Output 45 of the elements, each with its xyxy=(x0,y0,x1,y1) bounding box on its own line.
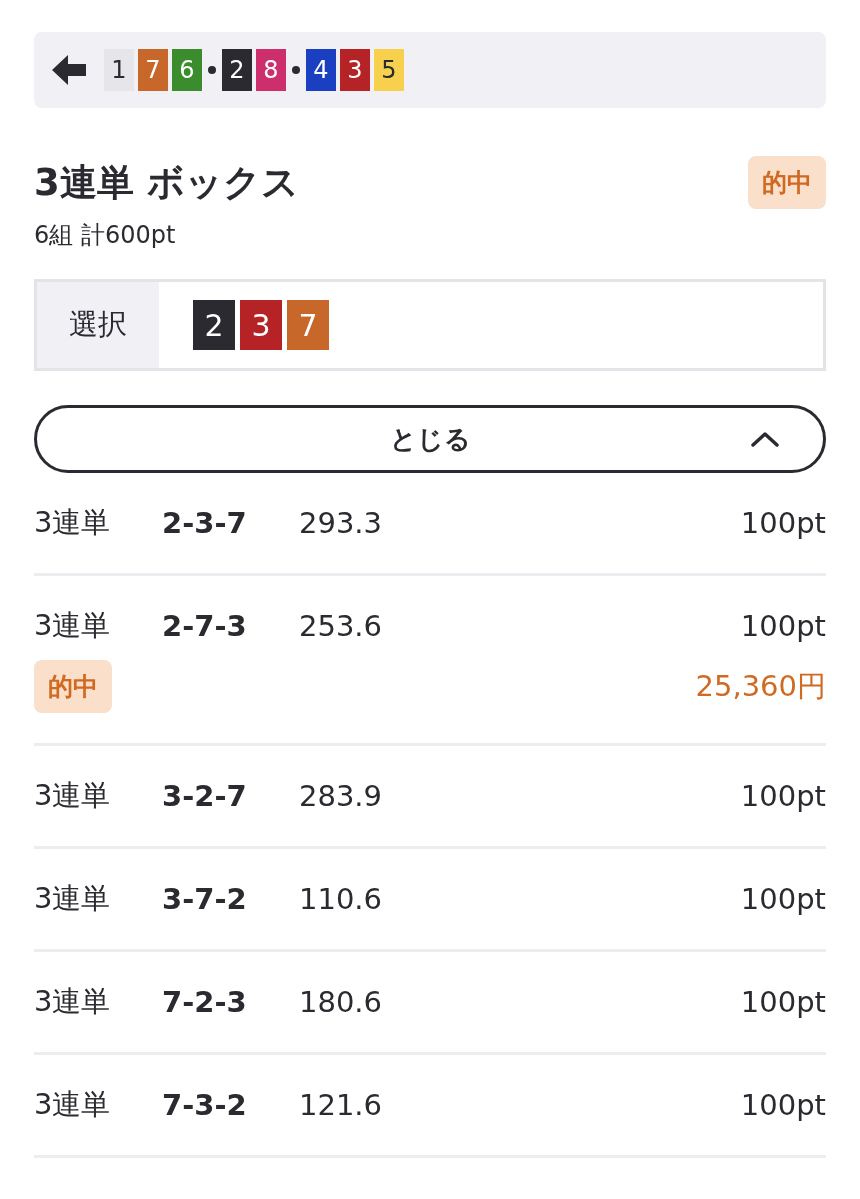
hit-badge: 的中 xyxy=(34,660,112,713)
stake: 100pt xyxy=(740,1088,826,1122)
stake: 100pt xyxy=(740,506,826,540)
stake: 100pt xyxy=(740,609,826,643)
odds: 180.6 xyxy=(299,985,384,1019)
combination: 7-2-3 xyxy=(162,985,248,1019)
bet-title: 3連単 ボックス xyxy=(34,159,299,206)
stake: 100pt xyxy=(740,779,826,813)
number-tile: 4 xyxy=(306,49,336,91)
close-button[interactable]: とじる xyxy=(34,405,826,473)
bet-type: 3連単 xyxy=(34,777,112,814)
separator-dot xyxy=(208,66,216,74)
number-tile: 7 xyxy=(138,49,168,91)
stake: 100pt xyxy=(740,985,826,1019)
combination: 7-3-2 xyxy=(162,1088,248,1122)
odds: 253.6 xyxy=(299,609,384,643)
selection-label: 選択 xyxy=(37,282,159,368)
separator-dot xyxy=(292,66,300,74)
combination: 3-7-2 xyxy=(162,882,248,916)
number-tile: 1 xyxy=(104,49,134,91)
number-tile: 6 xyxy=(172,49,202,91)
combination: 2-7-3 xyxy=(162,609,248,643)
number-tile: 2 xyxy=(193,300,235,350)
number-tile: 7 xyxy=(287,300,329,350)
number-tile: 3 xyxy=(240,300,282,350)
number-tile: 3 xyxy=(340,49,370,91)
number-tile: 5 xyxy=(374,49,404,91)
combination: 2-3-7 xyxy=(162,506,248,540)
combination: 3-2-7 xyxy=(162,779,248,813)
number-tile: 8 xyxy=(256,49,286,91)
bet-type: 3連単 xyxy=(34,880,112,917)
odds: 293.3 xyxy=(299,506,384,540)
bet-type: 3連単 xyxy=(34,504,112,541)
bet-summary: 6組 計600pt xyxy=(34,220,177,251)
stake: 100pt xyxy=(740,882,826,916)
bet-type: 3連単 xyxy=(34,983,112,1020)
number-tile: 2 xyxy=(222,49,252,91)
back-arrow-icon[interactable] xyxy=(52,55,86,85)
odds: 121.6 xyxy=(299,1088,384,1122)
hit-badge: 的中 xyxy=(748,156,826,209)
odds: 110.6 xyxy=(299,882,384,916)
odds: 283.9 xyxy=(299,779,384,813)
bet-type: 3連単 xyxy=(34,1086,112,1123)
bet-type: 3連単 xyxy=(34,607,112,644)
payout: 25,360円 xyxy=(695,667,826,705)
